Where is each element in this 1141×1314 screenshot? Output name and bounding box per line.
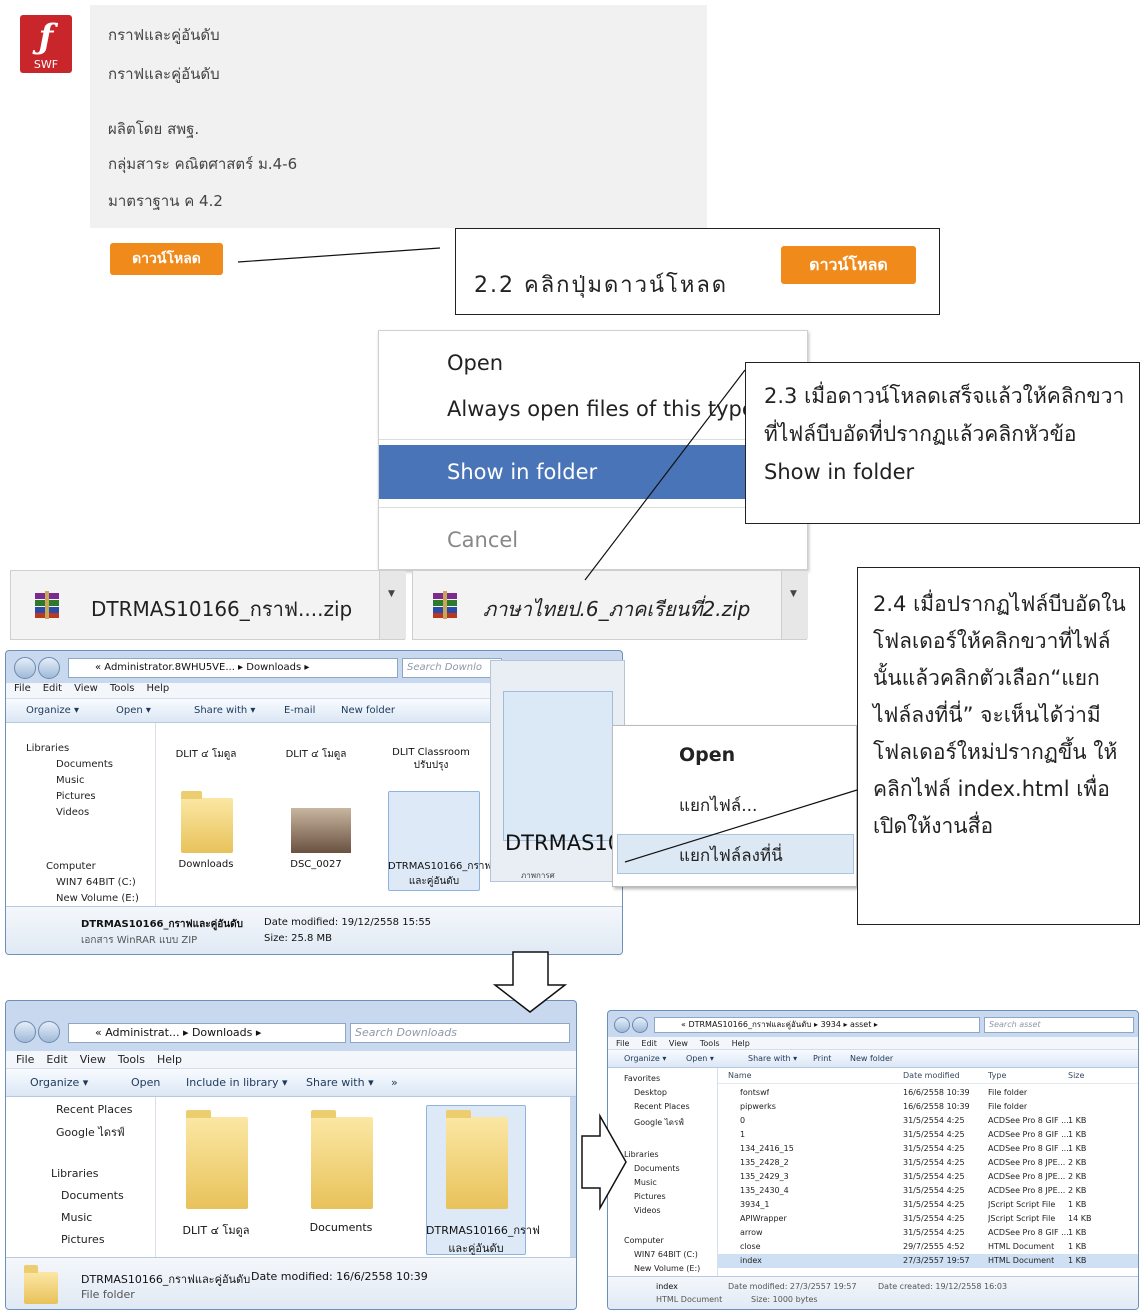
- right-arrow-icon: [581, 1113, 627, 1211]
- connector-line-1: [237, 247, 441, 263]
- connector-lines: [237, 247, 858, 1211]
- connector-line-2: [584, 369, 746, 581]
- connector-line-3: [624, 789, 858, 863]
- down-arrow-icon: [492, 951, 568, 1013]
